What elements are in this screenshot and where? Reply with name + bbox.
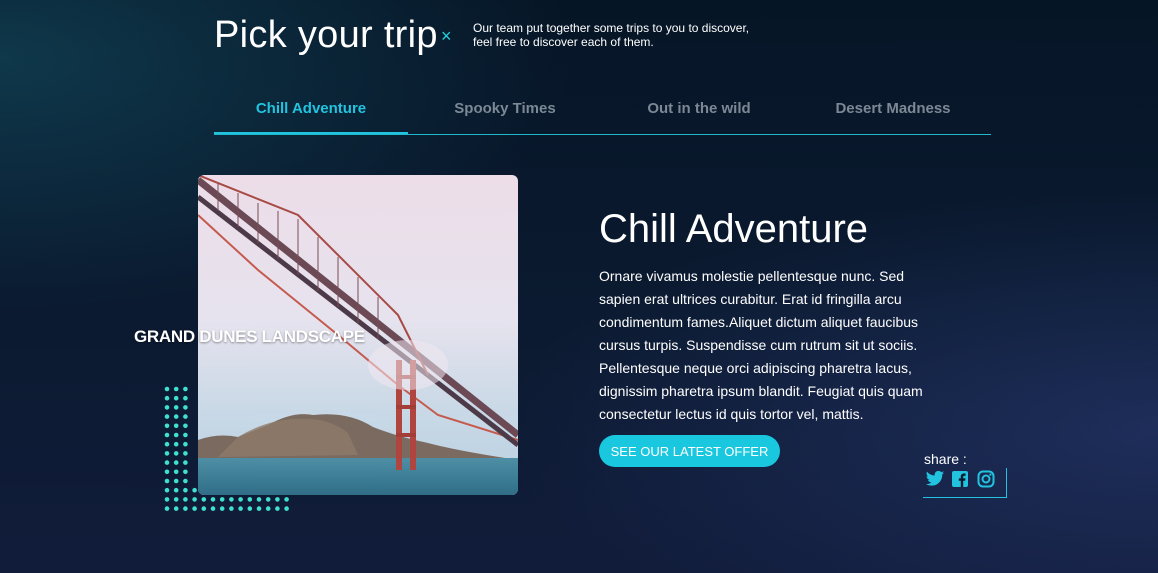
grid-dot	[173, 423, 179, 429]
grid-dot	[173, 469, 179, 475]
share-icons	[925, 470, 997, 488]
trip-heading: Chill Adventure	[599, 207, 869, 251]
grid-dot	[201, 497, 207, 502]
page-title: Pick your trip	[214, 14, 438, 56]
grid-dot	[173, 478, 179, 484]
grid-dot	[164, 386, 170, 392]
share-label: share :	[924, 451, 967, 467]
close-icon[interactable]: ×	[441, 26, 452, 47]
tab-desert-madness[interactable]: Desert Madness	[796, 90, 990, 134]
grid-dot	[183, 460, 188, 465]
grid-dot	[238, 506, 243, 511]
grid-dot	[173, 441, 179, 447]
grid-dot	[183, 506, 188, 511]
grid-dot	[219, 506, 225, 511]
grid-dot	[256, 497, 262, 502]
grid-dot	[173, 487, 179, 493]
grid-dot	[183, 451, 188, 456]
grid-dot	[183, 441, 188, 447]
grid-dot	[173, 506, 179, 511]
intro-line-2: feel free to discover each of them.	[473, 35, 654, 49]
grid-dot	[173, 497, 179, 502]
grid-dot	[183, 497, 188, 502]
grid-dot	[210, 497, 216, 502]
grid-dot	[173, 451, 179, 456]
grid-dot	[164, 469, 170, 475]
grid-dot	[284, 506, 289, 511]
instagram-icon[interactable]	[977, 470, 997, 488]
twitter-icon[interactable]	[925, 470, 945, 488]
grid-dot	[173, 405, 179, 410]
facebook-icon[interactable]	[951, 470, 971, 488]
grid-dot	[173, 460, 179, 465]
grid-dot	[173, 432, 179, 438]
grid-dot	[183, 395, 188, 401]
tab-chill-adventure[interactable]: Chill Adventure	[214, 90, 408, 134]
grid-dot	[229, 497, 234, 502]
see-offer-button[interactable]: SEE OUR LATEST OFFER	[599, 435, 780, 467]
intro-line-1: Our team put together some trips to you …	[473, 21, 750, 35]
grid-dot	[164, 423, 170, 429]
grid-dot	[275, 506, 280, 511]
trip-description: Ornare vivamus molestie pellentesque nun…	[599, 268, 923, 422]
grid-dot	[183, 469, 188, 475]
grid-dot	[210, 506, 216, 511]
grid-dot	[164, 405, 170, 410]
grid-dot	[183, 423, 188, 429]
grid-dot	[275, 497, 280, 502]
grid-dot	[164, 414, 170, 419]
grid-dot	[247, 506, 253, 511]
grid-dot	[256, 506, 262, 511]
grid-dot	[164, 460, 170, 465]
grid-dot	[164, 506, 170, 511]
grid-dot	[192, 506, 197, 511]
grid-dot	[164, 441, 170, 447]
grid-dot	[164, 497, 170, 502]
grid-dot	[192, 487, 197, 493]
grid-dot	[164, 478, 170, 484]
tab-spooky-times[interactable]: Spooky Times	[408, 90, 602, 134]
grid-dot	[265, 497, 271, 502]
grid-dot	[238, 497, 243, 502]
grid-dot	[173, 414, 179, 419]
grid-dot	[164, 432, 170, 438]
grid-dot	[183, 414, 188, 419]
grid-dot	[183, 432, 188, 438]
grid-dot	[164, 451, 170, 456]
grid-dot	[183, 478, 188, 484]
grid-dot	[173, 395, 179, 401]
grid-dot	[164, 487, 170, 493]
grid-dot	[247, 497, 253, 502]
grid-dot	[183, 386, 188, 392]
grid-dot	[173, 386, 179, 392]
grid-dot	[164, 395, 170, 401]
grid-dot	[265, 506, 271, 511]
photo-overlay-label: GRAND DUNES LANDSCAPE	[134, 327, 365, 346]
grid-dot	[201, 506, 207, 511]
grid-dot	[183, 487, 188, 493]
grid-dot	[219, 497, 225, 502]
tab-out-in-the-wild[interactable]: Out in the wild	[602, 90, 796, 134]
share-block: share :	[923, 450, 1007, 499]
trip-tabs: Chill Adventure Spooky Times Out in the …	[214, 90, 991, 135]
grid-dot	[284, 497, 289, 502]
intro-text: Our team put together some trips to you …	[473, 21, 763, 49]
grid-dot	[229, 506, 234, 511]
grid-dot	[183, 405, 188, 410]
grid-dot	[192, 497, 197, 502]
